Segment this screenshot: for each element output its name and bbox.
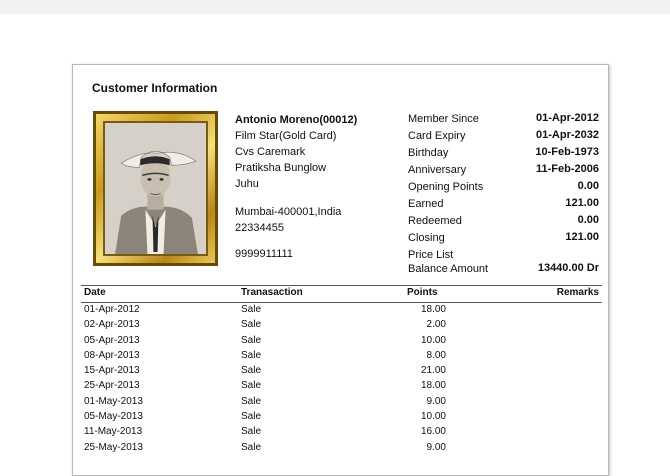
- table-row: 02-Apr-2013 Sale 2.00: [81, 318, 602, 333]
- stat-value-opening-points: 0.00: [577, 180, 599, 192]
- cell-points: 10.00: [420, 411, 446, 423]
- cell-transaction: Sale: [241, 365, 262, 377]
- cell-transaction: Sale: [241, 411, 262, 423]
- stat-label-balance-amount: Balance Amount: [408, 263, 489, 275]
- customer-photo-frame: [93, 111, 218, 266]
- cell-points: 8.00: [426, 349, 446, 361]
- table-row: 15-Apr-2013 Sale 21.00: [81, 364, 602, 379]
- cell-transaction: Sale: [241, 349, 262, 361]
- cell-date: 05-May-2013: [84, 411, 143, 423]
- table-row: 25-Apr-2013 Sale 18.00: [81, 379, 602, 394]
- cell-points: 18.00: [420, 380, 446, 392]
- stat-value-earned: 121.00: [565, 197, 599, 209]
- col-header-transaction: Tranasaction: [241, 287, 303, 298]
- cell-transaction: Sale: [241, 441, 262, 453]
- cell-date: 15-Apr-2013: [84, 365, 140, 377]
- cell-date: 08-Apr-2013: [84, 349, 140, 361]
- customer-phone: 22334455: [235, 222, 284, 234]
- stat-value-member-since: 01-Apr-2012: [536, 112, 599, 124]
- cell-points: 10.00: [420, 334, 446, 346]
- transactions-table-header: Date Tranasaction Points Remarks: [81, 285, 602, 303]
- stat-label-redeemed: Redeemed: [408, 215, 462, 227]
- cell-points: 9.00: [426, 441, 446, 453]
- customer-details: Antonio Moreno(00012) Film Star(Gold Car…: [235, 112, 357, 262]
- table-row: 25-May-2013 Sale 9.00: [81, 441, 602, 456]
- cell-points: 2.00: [426, 319, 446, 331]
- stat-value-anniversary: 11-Feb-2006: [536, 163, 599, 175]
- cell-points: 21.00: [420, 365, 446, 377]
- cell-transaction: Sale: [241, 304, 262, 315]
- cell-points: 18.00: [420, 304, 446, 315]
- stat-value-closing: 121.00: [565, 231, 599, 243]
- col-header-remarks: Remarks: [556, 287, 599, 298]
- stat-label-anniversary: Anniversary: [408, 164, 467, 176]
- cell-points: 9.00: [426, 395, 446, 407]
- top-toolbar-band: [0, 0, 670, 14]
- table-row: 11-May-2013 Sale 16.00: [81, 425, 602, 440]
- cell-date: 25-May-2013: [84, 441, 143, 453]
- customer-name: Antonio Moreno(00012): [235, 114, 358, 126]
- stat-value-birthday: 10-Feb-1973: [535, 146, 599, 158]
- address-line: Juhu: [235, 178, 259, 190]
- address-line: Cvs Caremark: [235, 146, 306, 158]
- col-header-date: Date: [84, 287, 106, 298]
- cell-date: 01-May-2013: [84, 395, 143, 407]
- stat-label-member-since: Member Since: [408, 113, 479, 125]
- stat-value-card-expiry: 01-Apr-2032: [536, 129, 599, 141]
- stat-value-balance-amount: 13440.00 Dr: [537, 262, 599, 274]
- cell-date: 02-Apr-2013: [84, 319, 140, 331]
- cell-date: 05-Apr-2013: [84, 334, 140, 346]
- col-header-points: Points: [407, 287, 438, 298]
- cell-points: 16.00: [420, 426, 446, 438]
- table-row: 08-Apr-2013 Sale 8.00: [81, 349, 602, 364]
- cell-date: 01-Apr-2012: [84, 304, 140, 315]
- customer-city: Mumbai-400001,India: [235, 206, 342, 218]
- cell-transaction: Sale: [241, 319, 262, 331]
- report-title: Customer Information: [92, 81, 218, 95]
- cell-transaction: Sale: [241, 380, 262, 392]
- customer-card-type: Film Star(Gold Card): [235, 130, 337, 142]
- cell-date: 11-May-2013: [84, 426, 143, 438]
- address-line: Pratiksha Bunglow: [235, 162, 327, 174]
- transactions-table-body: 01-Apr-2012 Sale 18.00 02-Apr-2013 Sale …: [81, 303, 602, 456]
- cell-transaction: Sale: [241, 395, 262, 407]
- stat-label-earned: Earned: [408, 198, 444, 210]
- stat-label-closing: Closing: [408, 232, 445, 244]
- customer-report-sheet: Customer Information Antonio Moreno(0001…: [72, 64, 609, 476]
- stat-label-opening-points: Opening Points: [408, 181, 484, 193]
- table-row: 05-Apr-2013 Sale 10.00: [81, 334, 602, 349]
- customer-photo: [103, 121, 208, 256]
- stat-label-birthday: Birthday: [408, 147, 449, 159]
- stat-label-card-expiry: Card Expiry: [408, 130, 466, 142]
- cell-transaction: Sale: [241, 426, 262, 438]
- cell-date: 25-Apr-2013: [84, 380, 140, 392]
- cell-transaction: Sale: [241, 334, 262, 346]
- stat-label-price-list: Price List: [408, 249, 454, 261]
- table-row: 01-May-2013 Sale 9.00: [81, 395, 602, 410]
- customer-mobile: 9999911111: [235, 248, 293, 260]
- table-row: 01-Apr-2012 Sale 18.00: [81, 303, 602, 318]
- stat-value-redeemed: 0.00: [577, 214, 599, 226]
- table-row: 05-May-2013 Sale 10.00: [81, 410, 602, 425]
